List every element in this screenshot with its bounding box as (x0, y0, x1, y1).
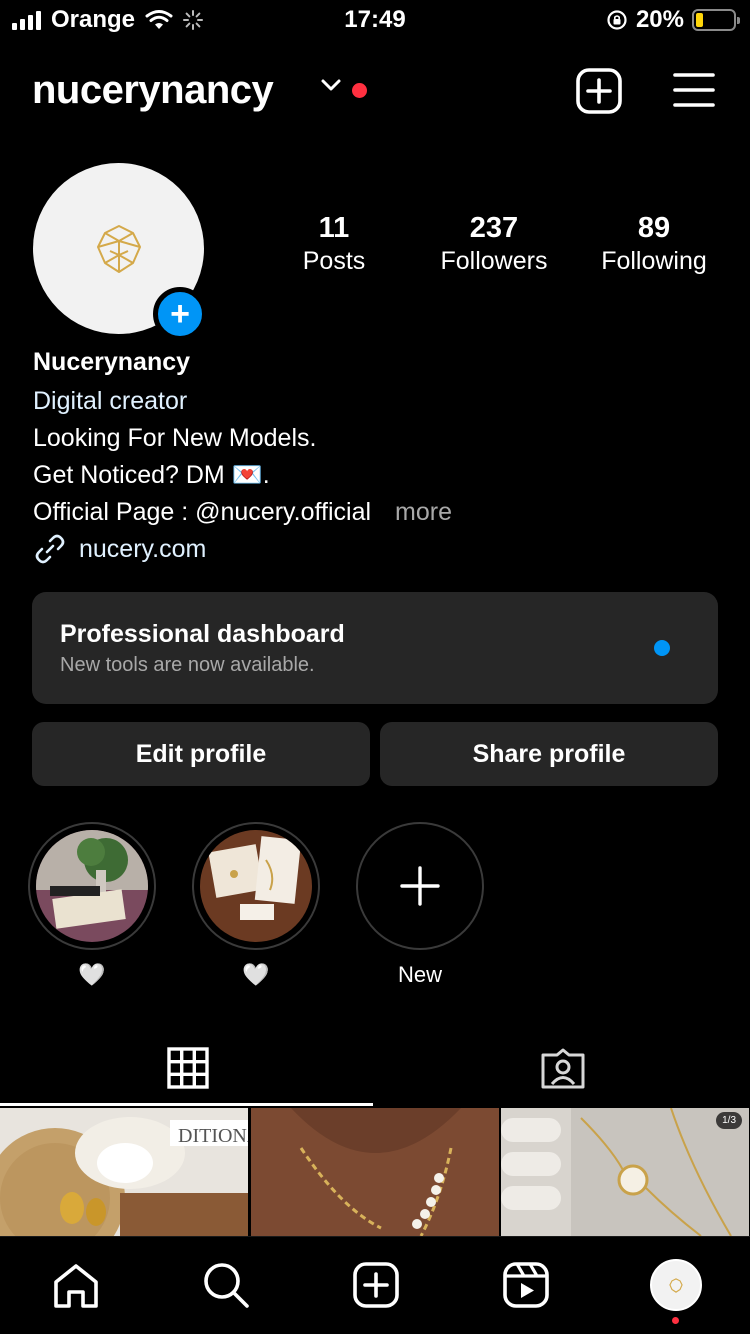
new-indicator-dot (654, 640, 670, 656)
brand-logo-icon (96, 224, 141, 273)
bio-line: Get Noticed? DM 💌. (33, 461, 270, 489)
dashboard-subtitle: New tools are now available. (60, 654, 315, 676)
post-image: DITIONA (0, 1108, 249, 1236)
bio-line: Looking For New Models. (33, 424, 317, 452)
plus-icon (400, 866, 440, 906)
story-highlight[interactable]: 🤍 (192, 822, 320, 990)
category-label: Digital creator (33, 387, 188, 415)
highlight-label: 🤍 (242, 962, 270, 987)
more-link[interactable]: more (395, 498, 452, 526)
dashboard-title: Professional dashboard (60, 620, 345, 648)
post-thumbnail-carousel[interactable]: 1/3 (501, 1108, 750, 1236)
username-switcher[interactable]: nucerynancy (32, 68, 274, 113)
stat-following[interactable]: 89 Following (574, 212, 734, 276)
grid-icon (166, 1047, 209, 1089)
display-name: Nucerynancy (33, 348, 191, 376)
link-icon (35, 534, 65, 564)
chevron-down-icon[interactable] (320, 78, 342, 92)
professional-dashboard-card[interactable]: Professional dashboard New tools are now… (32, 592, 718, 704)
tab-posts-grid[interactable] (0, 1030, 375, 1106)
highlight-cover-image (36, 830, 148, 942)
rotation-lock-icon (607, 10, 627, 30)
add-story-button[interactable]: + (153, 287, 207, 341)
reels-icon (503, 1262, 549, 1308)
svg-text:DITIONA: DITIONA (178, 1125, 248, 1147)
search-icon (204, 1263, 249, 1308)
brand-logo-icon (669, 1277, 683, 1293)
home-icon (54, 1264, 98, 1308)
nav-search[interactable] (198, 1257, 254, 1313)
stat-followers[interactable]: 237 Followers (414, 212, 574, 276)
highlight-label: 🤍 (78, 962, 106, 987)
post-image (250, 1108, 499, 1236)
edit-profile-button[interactable]: Edit profile (32, 722, 370, 786)
website-link-text[interactable]: nucery.com (79, 535, 206, 564)
profile-tabs (0, 1030, 750, 1108)
menu-icon[interactable] (672, 70, 716, 110)
profile-stats: 11 Posts 237 Followers 89 Following (254, 212, 734, 276)
highlight-label: New (397, 962, 442, 987)
bio-line[interactable]: Official Page : @nucery.official (33, 498, 371, 526)
tagged-person-icon (541, 1048, 584, 1089)
nav-create[interactable] (348, 1257, 404, 1313)
carousel-count-badge: 1/3 (716, 1112, 743, 1129)
website-link[interactable]: nucery.com (33, 532, 206, 566)
nav-profile[interactable] (648, 1257, 704, 1313)
story-highlight[interactable]: 🤍 (28, 822, 156, 990)
bottom-navigation (0, 1236, 750, 1334)
profile-bio: Nucerynancy Digital creator Looking For … (33, 348, 723, 527)
post-thumbnail[interactable]: DITIONA (0, 1108, 249, 1236)
battery-icon (692, 9, 740, 31)
post-image (501, 1108, 750, 1236)
tab-tagged[interactable] (375, 1030, 750, 1106)
profile-notification-dot (672, 1317, 679, 1324)
posts-grid: DITIONA (0, 1108, 750, 1236)
profile-avatar-small (650, 1259, 702, 1311)
stat-posts[interactable]: 11 Posts (254, 212, 414, 276)
nav-reels[interactable] (498, 1257, 554, 1313)
highlight-cover-image (200, 830, 312, 942)
active-tab-indicator (0, 1103, 373, 1106)
notification-dot (352, 83, 367, 98)
post-thumbnail[interactable] (250, 1108, 500, 1236)
profile-header: nucerynancy (32, 62, 718, 122)
share-profile-button[interactable]: Share profile (380, 722, 718, 786)
nav-home[interactable] (48, 1257, 104, 1313)
battery-percent: 20% (635, 6, 684, 33)
create-post-icon (353, 1262, 399, 1308)
new-post-icon[interactable] (576, 68, 622, 114)
status-bar: Orange 17:49 20% (0, 0, 750, 42)
new-highlight-button[interactable]: New (356, 822, 484, 990)
